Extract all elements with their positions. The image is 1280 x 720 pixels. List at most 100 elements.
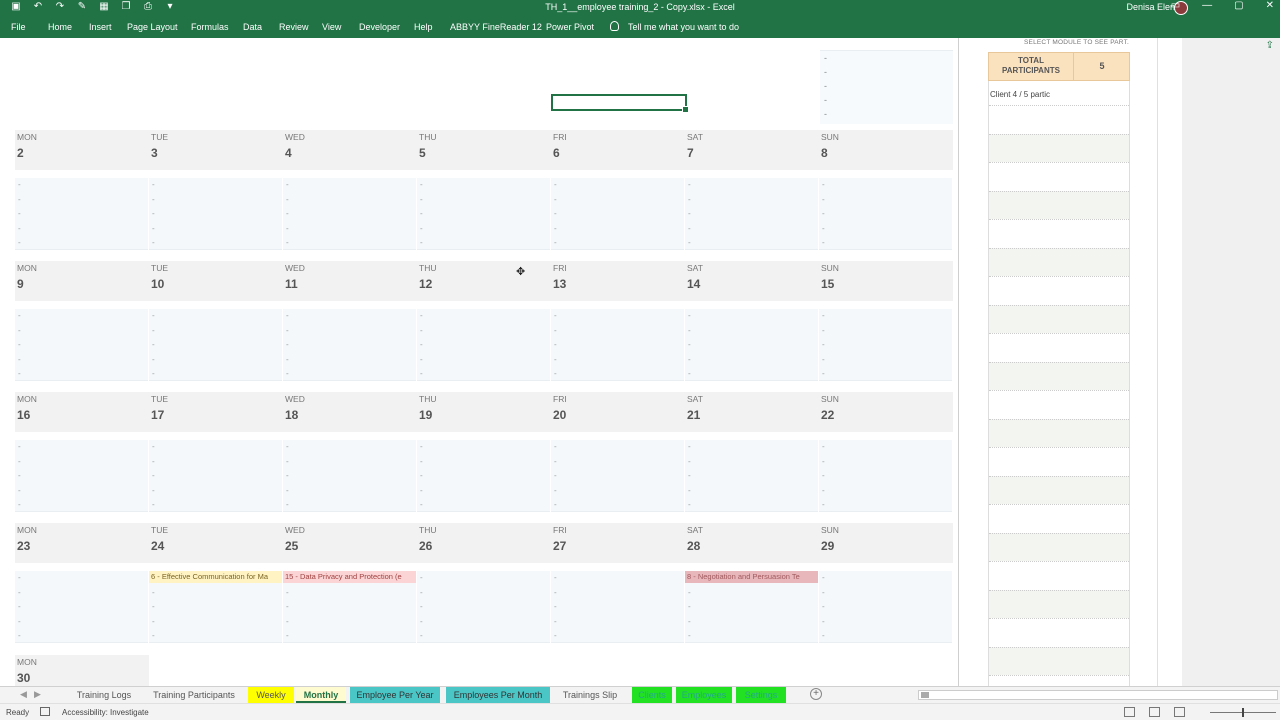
list-item: - xyxy=(286,209,289,218)
sheet-tab-settings[interactable]: Settings xyxy=(736,687,786,703)
sheet-tab-employees-per-month[interactable]: Employees Per Month xyxy=(446,687,550,703)
day-cell[interactable]: - - - - - xyxy=(149,440,282,512)
add-sheet-icon[interactable]: + xyxy=(810,688,822,700)
day-cell[interactable]: - - - - - xyxy=(149,178,282,250)
day-name: SUN xyxy=(821,525,839,535)
day-cell[interactable]: - - - - - xyxy=(551,178,684,250)
day-cell[interactable]: - - - - - xyxy=(283,178,416,250)
day-cell[interactable]: - - - - - xyxy=(15,440,148,512)
next-sheet-icon[interactable]: ▶ xyxy=(34,689,41,700)
normal-view-icon[interactable] xyxy=(1124,707,1135,717)
list-item: - xyxy=(286,238,289,247)
top-list: - - - - - xyxy=(820,50,953,124)
day-cell[interactable]: - - - - - xyxy=(283,440,416,512)
tab-page-layout[interactable]: Page Layout xyxy=(127,22,178,32)
day-cell[interactable]: - - - - - xyxy=(15,309,148,381)
day-cell[interactable]: - - - - - xyxy=(417,440,550,512)
list-item: - xyxy=(688,442,691,451)
day-name: THU xyxy=(419,394,437,404)
list-item: - xyxy=(420,238,423,247)
day-header-sun: SUN 29 xyxy=(819,523,953,563)
training-event[interactable]: 8 - Negotiation and Persuasion Te xyxy=(685,571,818,583)
tab-insert[interactable]: Insert xyxy=(89,22,112,32)
day-name: SAT xyxy=(687,263,703,273)
day-cell[interactable]: - - - - - xyxy=(551,571,684,643)
sheet-tab-training-participants[interactable]: Training Participants xyxy=(146,687,242,703)
page-layout-view-icon[interactable] xyxy=(1149,707,1160,717)
list-item: - xyxy=(420,471,423,480)
day-header-fri: FRI 27 xyxy=(551,523,685,563)
tab-abbyy[interactable]: ABBYY FineReader 12 xyxy=(450,22,542,32)
training-event[interactable]: 6 - Effective Communication for Ma xyxy=(149,571,282,583)
day-cell[interactable]: - - - - - xyxy=(551,440,684,512)
day-name: MON xyxy=(17,525,37,535)
list-item: - xyxy=(286,442,289,451)
prev-sheet-icon[interactable]: ◀ xyxy=(20,689,27,700)
list-item: - xyxy=(286,354,289,364)
day-cell[interactable]: - - - - - xyxy=(819,178,952,250)
list-item: - xyxy=(420,340,423,349)
day-cell[interactable]: 15 - Data Privacy and Protection (e - - - - xyxy=(283,571,416,643)
day-cell[interactable]: - - - - - xyxy=(417,571,550,643)
ribbon-options-icon[interactable]: ▭ xyxy=(1171,0,1180,11)
accessibility-status[interactable]: Accessibility: Investigate xyxy=(62,708,149,717)
day-cell[interactable]: - - - - - xyxy=(15,571,148,643)
tab-view[interactable]: View xyxy=(322,22,341,32)
share-icon[interactable]: ⇪ xyxy=(1266,40,1274,51)
tab-power-pivot[interactable]: Power Pivot xyxy=(546,22,594,32)
list-item: - xyxy=(420,325,423,335)
tab-data[interactable]: Data xyxy=(243,22,262,32)
sheet-tab-employee-per-year[interactable]: Employee Per Year xyxy=(350,687,440,703)
day-name: SAT xyxy=(687,132,703,142)
day-cell[interactable]: 8 - Negotiation and Persuasion Te - - - - xyxy=(685,571,818,643)
close-icon[interactable]: ✕ xyxy=(1266,0,1274,11)
sheet-tab-trainings-slip[interactable]: Trainings Slip xyxy=(556,687,624,703)
sheet-tab-clients[interactable]: Clients xyxy=(632,687,672,703)
tab-developer[interactable]: Developer xyxy=(359,22,400,32)
sheet-tab-employees[interactable]: Employees xyxy=(676,687,732,703)
tell-me-search[interactable]: Tell me what you want to do xyxy=(628,22,739,32)
minimize-icon[interactable]: — xyxy=(1202,0,1212,11)
selected-cell[interactable] xyxy=(551,94,689,113)
scroll-thumb[interactable] xyxy=(921,692,929,698)
worksheet[interactable]: ⇪ - - - - - MON 2 - - - - - TUE 3 - - - - - WED 4 - - - - - T… xyxy=(0,38,1280,686)
day-cell[interactable]: - - - - - xyxy=(417,178,550,250)
page-break-view-icon[interactable] xyxy=(1174,707,1185,717)
day-cell[interactable]: - - - - - xyxy=(551,309,684,381)
list-item: - xyxy=(822,602,825,611)
day-cell[interactable]: - - - - - xyxy=(819,571,952,643)
day-cell[interactable]: - - - - - xyxy=(149,309,282,381)
training-event[interactable]: 15 - Data Privacy and Protection (e xyxy=(283,571,416,583)
list-item: - xyxy=(18,485,21,495)
list-item: - xyxy=(18,194,21,204)
tab-home[interactable]: Home xyxy=(48,22,72,32)
tab-help[interactable]: Help xyxy=(414,22,433,32)
day-cell[interactable]: - - - - - xyxy=(685,309,818,381)
zoom-thumb[interactable] xyxy=(1242,708,1244,717)
day-header-sat: SAT 7 xyxy=(685,130,819,170)
day-cell[interactable]: - - - - - xyxy=(819,309,952,381)
list-item: - xyxy=(822,485,825,495)
list-item: - xyxy=(688,587,691,597)
macro-record-icon[interactable] xyxy=(40,707,50,716)
day-cell[interactable]: 6 - Effective Communication for Ma - - - - xyxy=(149,571,282,643)
client-participants[interactable]: Client 4 / 5 partic xyxy=(990,90,1050,99)
horizontal-scrollbar[interactable] xyxy=(918,690,1278,700)
day-number: 2 xyxy=(17,146,24,160)
sheet-tab-monthly[interactable]: Monthly xyxy=(296,687,346,703)
day-cell[interactable]: - - - - - xyxy=(15,178,148,250)
tab-review[interactable]: Review xyxy=(279,22,309,32)
tab-file[interactable]: File xyxy=(11,22,26,32)
restore-icon[interactable]: ▢ xyxy=(1234,0,1243,11)
sheet-tab-training-logs[interactable]: Training Logs xyxy=(70,687,138,703)
list-item: - xyxy=(822,325,825,335)
day-cell[interactable]: - - - - - xyxy=(819,440,952,512)
day-cell[interactable]: - - - - - xyxy=(283,309,416,381)
day-cell[interactable]: - - - - - xyxy=(685,440,818,512)
tab-formulas[interactable]: Formulas xyxy=(191,22,229,32)
day-name: WED xyxy=(285,525,305,535)
day-cell[interactable]: - - - - - xyxy=(417,309,550,381)
day-header-tue: TUE 17 xyxy=(149,392,283,432)
sheet-tab-weekly[interactable]: Weekly xyxy=(248,687,294,703)
day-cell[interactable]: - - - - - xyxy=(685,178,818,250)
